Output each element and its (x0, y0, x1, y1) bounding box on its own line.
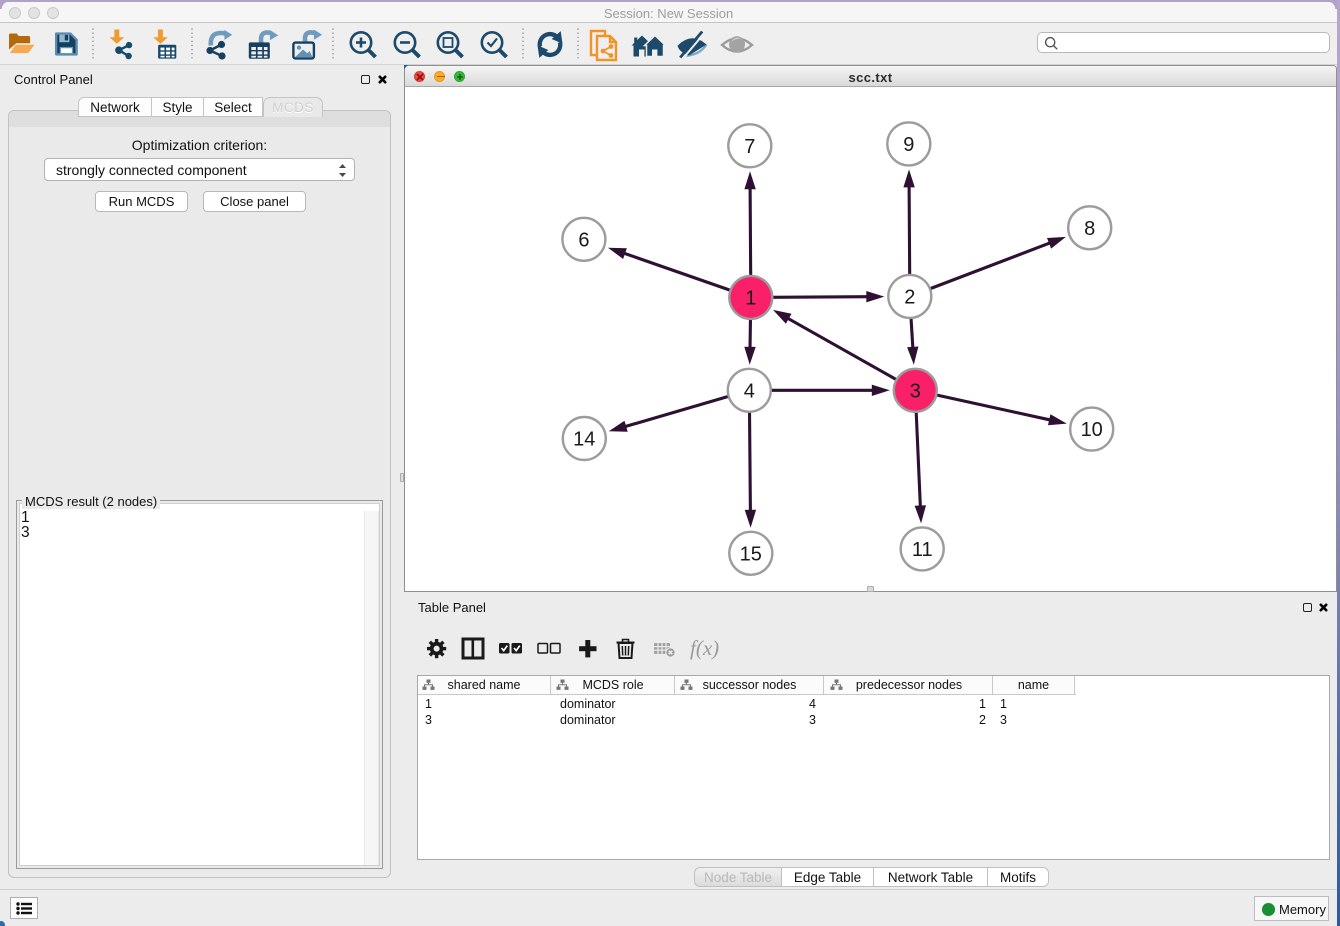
svg-text:10: 10 (1081, 419, 1103, 441)
svg-text:15: 15 (740, 543, 762, 565)
svg-text:14: 14 (573, 429, 595, 451)
svg-text:8: 8 (1084, 218, 1095, 240)
svg-text:4: 4 (744, 380, 755, 402)
svg-text:2: 2 (904, 286, 915, 308)
svg-text:9: 9 (903, 134, 914, 156)
svg-text:6: 6 (578, 229, 589, 251)
svg-text:f(x): f(x) (690, 636, 719, 660)
svg-text:1: 1 (745, 287, 756, 309)
svg-text:3: 3 (910, 380, 921, 402)
svg-text:7: 7 (744, 136, 755, 158)
svg-text:11: 11 (912, 539, 933, 561)
